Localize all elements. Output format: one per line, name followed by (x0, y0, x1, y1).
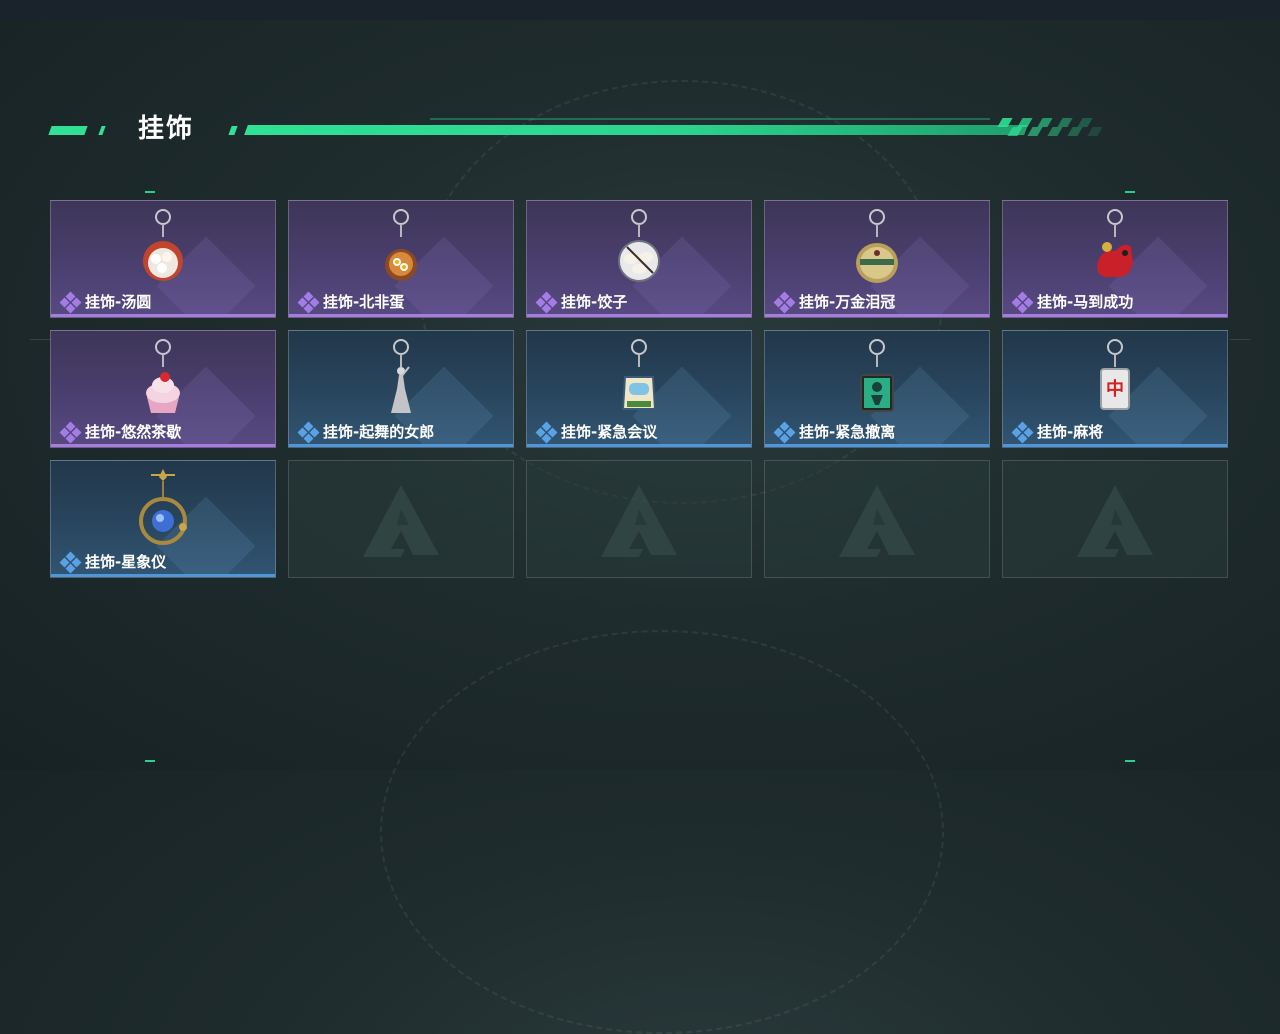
rarity-underline (527, 444, 751, 447)
card-label-row: 挂饰-紧急会议 (535, 421, 658, 444)
dancer-charm-icon (391, 339, 411, 413)
rarity-underline (765, 314, 989, 317)
header-accent-bar (98, 126, 106, 135)
charm-name: 挂饰-马到成功 (1037, 293, 1134, 311)
rarity-diamond-icon (535, 291, 558, 314)
cupcake-charm-icon (146, 339, 180, 413)
orrery-charm-icon (139, 469, 187, 545)
rarity-underline (51, 574, 275, 577)
rarity-diamond-icon (1011, 421, 1034, 444)
charm-name: 挂饰-麻将 (1037, 423, 1104, 441)
charm-card[interactable]: 挂饰-起舞的女郎 (288, 330, 514, 448)
section-title: 挂饰 (138, 114, 195, 144)
shakshuka-charm-icon (385, 209, 417, 281)
game-logo-icon (363, 485, 439, 557)
rarity-underline (289, 444, 513, 447)
rarity-underline (1003, 444, 1227, 447)
rarity-diamond-icon (535, 421, 558, 444)
charm-card[interactable]: 中挂饰-麻将 (1002, 330, 1228, 448)
rarity-underline (51, 444, 275, 447)
mahjong-charm-icon: 中 (1100, 339, 1130, 410)
card-label-row: 挂饰-起舞的女郎 (297, 421, 435, 444)
charm-name: 挂饰-星象仪 (85, 553, 167, 571)
empty-slot (288, 460, 514, 578)
charm-card[interactable]: 挂饰-马到成功 (1002, 200, 1228, 318)
rarity-underline (1003, 314, 1227, 317)
game-logo-icon (1077, 485, 1153, 557)
header-accent-bar (228, 126, 238, 135)
empty-slot (1002, 460, 1228, 578)
charm-card[interactable]: 挂饰-悠然茶歇 (50, 330, 276, 448)
top-bar (0, 0, 1280, 20)
charm-card[interactable]: 挂饰-北非蛋 (288, 200, 514, 318)
empty-slot (764, 460, 990, 578)
charm-name: 挂饰-汤圆 (85, 293, 152, 311)
rarity-diamond-icon (297, 421, 320, 444)
right-rail-line (1230, 339, 1250, 340)
header-checker-pattern (997, 118, 1200, 136)
game-logo-icon (601, 485, 677, 557)
card-label-row: 挂饰-麻将 (1011, 421, 1104, 444)
corner-mark (145, 760, 155, 762)
charm-name: 挂饰-起舞的女郎 (323, 423, 435, 441)
card-label-row: 挂饰-饺子 (535, 291, 628, 314)
card-label-row: 挂饰-紧急撤离 (773, 421, 896, 444)
header-accent-bar (48, 126, 88, 135)
rarity-underline (765, 444, 989, 447)
card-label-row: 挂饰-汤圆 (59, 291, 152, 314)
rarity-underline (51, 314, 275, 317)
corner-mark (145, 191, 155, 193)
header-main-bar (244, 125, 1028, 135)
background-arc-bottom (380, 630, 944, 1034)
rarity-diamond-icon (59, 291, 82, 314)
header-thin-line (430, 118, 990, 120)
card-label-row: 挂饰-星象仪 (59, 551, 167, 574)
charm-name: 挂饰-万金泪冠 (799, 293, 896, 311)
card-label-row: 挂饰-马到成功 (1011, 291, 1134, 314)
svg-text:中: 中 (1106, 378, 1124, 400)
dumpling-charm-icon (618, 209, 660, 282)
charm-card[interactable]: 挂饰-紧急会议 (526, 330, 752, 448)
tangyuan-charm-icon (143, 209, 183, 281)
rarity-diamond-icon (59, 421, 82, 444)
charm-name: 挂饰-悠然茶歇 (85, 423, 182, 441)
card-label-row: 挂饰-北非蛋 (297, 291, 405, 314)
rarity-underline (527, 314, 751, 317)
corner-mark (1125, 191, 1135, 193)
charm-name: 挂饰-紧急撤离 (799, 423, 896, 441)
meeting-charm-icon (621, 339, 657, 410)
corner-mark (1125, 760, 1135, 762)
charm-card[interactable]: 挂饰-万金泪冠 (764, 200, 990, 318)
evacuation-charm-icon (860, 339, 894, 412)
rarity-diamond-icon (59, 551, 82, 574)
left-rail-line (30, 339, 50, 340)
rarity-diamond-icon (297, 291, 320, 314)
rarity-diamond-icon (1011, 291, 1034, 314)
red-horse-charm-icon (1097, 209, 1133, 277)
game-logo-icon (839, 485, 915, 557)
rarity-underline (289, 314, 513, 317)
charm-name: 挂饰-北非蛋 (323, 293, 405, 311)
empty-slot (526, 460, 752, 578)
rarity-diamond-icon (773, 291, 796, 314)
charm-card[interactable]: 挂饰-饺子 (526, 200, 752, 318)
charm-card[interactable]: 挂饰-汤圆 (50, 200, 276, 318)
charm-card[interactable]: 挂饰-星象仪 (50, 460, 276, 578)
charm-card[interactable]: 挂饰-紧急撤离 (764, 330, 990, 448)
crown-charm-icon (856, 209, 898, 283)
charm-name: 挂饰-紧急会议 (561, 423, 658, 441)
section-header: 挂饰 (48, 112, 1210, 148)
card-label-row: 挂饰-万金泪冠 (773, 291, 896, 314)
rarity-diamond-icon (773, 421, 796, 444)
charm-name: 挂饰-饺子 (561, 293, 628, 311)
card-label-row: 挂饰-悠然茶歇 (59, 421, 182, 444)
